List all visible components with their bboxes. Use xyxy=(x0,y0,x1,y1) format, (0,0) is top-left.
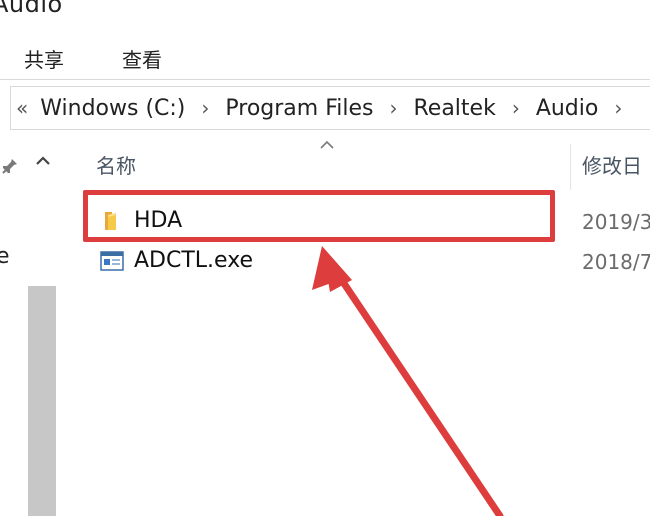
breadcrumb-overflow-icon[interactable]: « xyxy=(16,96,28,120)
breadcrumb-realtek[interactable]: Realtek xyxy=(411,96,497,121)
breadcrumb-audio[interactable]: Audio xyxy=(534,96,601,121)
breadcrumb-chevron-icon[interactable]: › xyxy=(201,96,209,120)
tab-share[interactable]: 共享 xyxy=(24,44,64,73)
navigation-pane: e xyxy=(0,144,58,516)
breadcrumb-chevron-icon[interactable]: › xyxy=(614,96,622,120)
breadcrumb-chevron-icon[interactable]: › xyxy=(512,96,520,120)
tab-view[interactable]: 查看 xyxy=(122,44,162,73)
breadcrumb-drive[interactable]: Windows (C:) xyxy=(38,96,187,121)
file-name: ADCTL.exe xyxy=(134,248,254,273)
annotation-highlight-box xyxy=(83,190,555,242)
breadcrumb-program-files[interactable]: Program Files xyxy=(223,96,375,121)
file-date: 2019/3 xyxy=(582,210,650,234)
window-title: Audio xyxy=(0,0,63,18)
nav-item-label[interactable]: e xyxy=(0,244,10,269)
list-item[interactable]: ADCTL.exe 2018/7 xyxy=(88,242,650,282)
pin-icon[interactable] xyxy=(0,158,18,176)
exe-icon xyxy=(100,251,124,271)
scrollbar-thumb[interactable] xyxy=(28,286,56,516)
file-explorer-window: Audio 共享 查看 « Windows (C:) › Program Fil… xyxy=(0,0,650,516)
column-divider[interactable] xyxy=(570,144,571,190)
chevron-up-icon[interactable] xyxy=(32,150,54,172)
file-date: 2018/7 xyxy=(582,250,650,274)
sort-caret-up-icon xyxy=(320,140,334,149)
column-header-name[interactable]: 名称 xyxy=(96,150,136,179)
breadcrumb: « Windows (C:) › Program Files › Realtek… xyxy=(16,86,636,130)
ribbon-tabs: 共享 查看 xyxy=(0,32,650,82)
breadcrumb-chevron-icon[interactable]: › xyxy=(389,96,397,120)
address-bar: « Windows (C:) › Program Files › Realtek… xyxy=(0,86,650,132)
column-header-date[interactable]: 修改日 xyxy=(582,150,642,179)
ribbon-divider xyxy=(0,79,650,80)
